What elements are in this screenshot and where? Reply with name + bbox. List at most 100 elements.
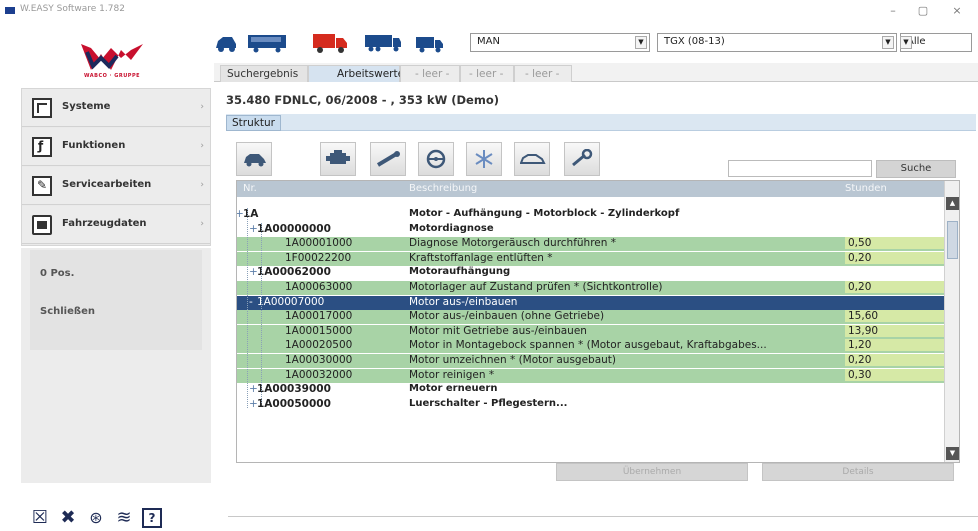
cell-nr: 1A00063000 — [285, 281, 353, 293]
cell-nr: 1A00062000 — [257, 266, 331, 279]
cell-nr: 1A00039000 — [257, 383, 331, 396]
divider — [228, 516, 978, 517]
tab-leer-1[interactable]: - leer - — [400, 65, 460, 82]
database-icon[interactable]: ≋ — [114, 508, 134, 528]
cell-description: Motor aus-/einbauen — [409, 295, 518, 308]
scroll-down-icon[interactable]: ▼ — [946, 447, 959, 460]
close-box-icon[interactable]: ☒ — [30, 508, 50, 528]
cell-hours: 0,20 — [845, 354, 945, 366]
scroll-thumb[interactable] — [947, 221, 958, 259]
vertical-scrollbar[interactable]: ▲ ▼ — [944, 181, 959, 462]
category-vehicle-button[interactable] — [236, 142, 272, 176]
cell-hours: 0,50 — [845, 237, 945, 250]
tab-struktur[interactable]: Struktur — [226, 115, 281, 131]
car-body-icon — [520, 154, 546, 164]
cell-nr: 1A — [243, 208, 259, 220]
column-header-hours[interactable]: Stunden — [845, 183, 887, 194]
cell-nr: 1A00000000 — [257, 222, 331, 235]
table-row[interactable]: +1A00039000 Motor erneuern — [237, 383, 945, 397]
scroll-up-icon[interactable]: ▲ — [946, 197, 959, 210]
work-values-table: Nr. Beschreibung Stunden +1AMotor - Aufh… — [236, 180, 960, 463]
chevron-right-icon: › — [200, 141, 204, 151]
help-icon[interactable]: ? — [142, 508, 162, 528]
table-row[interactable]: 1A00017000 Motor aus-/einbauen (ohne Getr… — [237, 310, 945, 325]
sidebar-item-label: Funktionen — [62, 140, 126, 151]
app-icon — [5, 7, 15, 14]
table-row[interactable]: +1A00050000 Luerschalter - Pflegestern... — [237, 398, 945, 412]
cell-nr: 1A00007000 — [257, 295, 325, 308]
cell-nr: 1F00022200 — [285, 251, 352, 264]
table-row[interactable]: 1A00063000 Motorlager auf Zustand prüfen … — [237, 281, 945, 295]
search-button[interactable]: Suche — [876, 160, 956, 178]
sidebar-item-systeme[interactable]: Systeme › — [22, 89, 210, 127]
model-select-value: TGX (08-13) — [664, 36, 725, 47]
table-row[interactable]: 1F00022200 Kraftstoffanlage entlüften * 0,… — [237, 251, 945, 266]
sidebar-item-fahrzeugdaten[interactable]: Fahrzeugdaten › — [22, 206, 210, 244]
cell-hours: 0,30 — [845, 368, 945, 381]
tab-suchergebnis[interactable]: Suchergebnis — [220, 65, 308, 82]
cell-nr: 1A00030000 — [285, 354, 353, 366]
category-engine-button[interactable] — [320, 142, 356, 176]
table-row[interactable]: 1A00020500 Motor in Montagebock spannen *… — [237, 339, 945, 354]
cell-description: Motorlager auf Zustand prüfen * (Sichtko… — [409, 281, 663, 293]
chevron-right-icon: › — [200, 102, 204, 112]
wrench-icon — [572, 149, 593, 167]
table-row[interactable]: 1A00032000 Motor reinigen * 0,30 — [237, 368, 945, 383]
sidebar-item-label: Servicearbeiten — [62, 179, 152, 190]
cell-nr: 1A00015000 — [285, 324, 353, 337]
table-header: Nr. Beschreibung Stunden — [237, 181, 945, 197]
close-link[interactable]: Schließen — [40, 306, 95, 317]
model-select[interactable]: TGX (08-13) ▼ — [657, 33, 897, 52]
cell-description: Kraftstoffanlage entlüften * — [409, 251, 553, 264]
table-row[interactable]: -1A00007000 Motor aus-/einbauen — [237, 295, 945, 310]
table-row[interactable]: 1A00001000 Diagnose Motorgeräusch durchfü… — [237, 237, 945, 252]
cell-description: Motordiagnose — [409, 222, 494, 234]
settings-icon[interactable]: ⊛ — [86, 508, 106, 528]
tab-bar: Suchergebnis Arbeitswerte - leer - - lee… — [214, 63, 978, 82]
van-icon[interactable] — [415, 32, 445, 54]
maximize-button[interactable]: ▢ — [908, 3, 938, 19]
tab-leer-2[interactable]: - leer - — [460, 65, 514, 82]
tools-icon[interactable]: ✖ — [58, 508, 78, 528]
sidebar-item-servicearbeiten[interactable]: ✎ Servicearbeiten › — [22, 167, 210, 205]
structure-tab-strip: Struktur — [226, 114, 976, 131]
apply-button[interactable]: Übernehmen — [556, 463, 748, 481]
engine-icon — [326, 150, 350, 164]
column-header-desc[interactable]: Beschreibung — [409, 183, 477, 194]
table-row[interactable]: +1A00000000 Motordiagnose — [237, 223, 945, 237]
sidebar-item-funktionen[interactable]: ƒ Funktionen › — [22, 128, 210, 166]
bus-icon[interactable] — [247, 32, 287, 54]
category-steering-button[interactable] — [418, 142, 454, 176]
filter-select[interactable]: Alle ▼ — [900, 33, 972, 52]
document-icon — [32, 98, 52, 118]
table-row[interactable]: +1AMotor - Aufhängung - Motorblock - Zyl… — [237, 208, 945, 222]
tab-arbeitswerte[interactable]: Arbeitswerte — [308, 65, 404, 82]
cell-nr: 1A00020500 — [285, 339, 353, 352]
category-transmission-button[interactable] — [370, 142, 406, 176]
table-row[interactable]: 1A00030000 Motor umzeichnen * (Motor ausg… — [237, 354, 945, 368]
close-window-button[interactable]: × — [942, 3, 972, 19]
cell-nr: 1A00001000 — [285, 237, 353, 250]
make-select[interactable]: MAN ▼ — [470, 33, 650, 52]
cell-description: Motor - Aufhängung - Motorblock - Zylind… — [409, 208, 680, 219]
collapse-icon[interactable]: - — [249, 296, 253, 308]
make-select-value: MAN — [477, 36, 500, 47]
position-summary-panel: 0 Pos. Schließen — [30, 250, 202, 350]
app-window: W.EASY Software 1.782 – ▢ × WABCO · GRUP… — [0, 0, 978, 531]
minimize-button[interactable]: – — [878, 3, 908, 19]
column-header-nr[interactable]: Nr. — [243, 183, 257, 194]
category-climate-button[interactable] — [466, 142, 502, 176]
semi-truck-icon[interactable] — [364, 32, 402, 54]
category-body-button[interactable] — [514, 142, 550, 176]
details-button[interactable]: Details — [762, 463, 954, 481]
table-row[interactable]: 1A00015000 Motor mit Getriebe aus-/einbau… — [237, 324, 945, 339]
cell-hours: 0,20 — [845, 281, 945, 293]
truck-red-icon[interactable] — [312, 32, 348, 54]
category-tools-button[interactable] — [564, 142, 600, 176]
search-input[interactable] — [728, 160, 872, 177]
cell-hours: 1,20 — [845, 339, 945, 352]
tab-leer-3[interactable]: - leer - — [514, 65, 572, 82]
car-icon[interactable] — [214, 32, 238, 54]
table-row[interactable]: +1A00062000 Motoraufhängung — [237, 266, 945, 280]
sidebar-item-label: Fahrzeugdaten — [62, 218, 147, 229]
